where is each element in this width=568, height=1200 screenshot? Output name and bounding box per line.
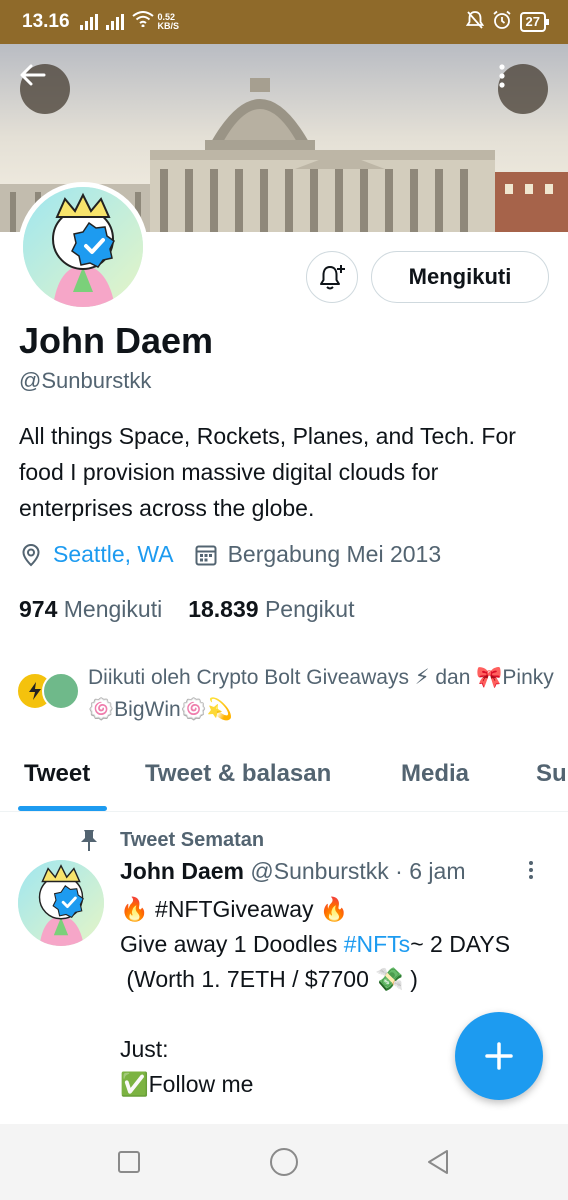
- follower-avatar-2: [42, 672, 80, 710]
- triangle-back-icon: [428, 1150, 448, 1174]
- battery-indicator: 27: [519, 12, 550, 32]
- status-time: 13.16: [22, 11, 70, 32]
- profile-joined-date: Bergabung Mei 2013: [227, 541, 442, 567]
- pinned-label-text: Tweet Sematan: [120, 828, 265, 851]
- status-bar: 13.16 0.52 KB/S 27: [0, 0, 568, 44]
- following-label: Mengikuti: [63, 596, 163, 622]
- profile-tabs: Tweet Tweet & balasan Media Su: [0, 740, 568, 812]
- more-options-button[interactable]: [498, 64, 548, 114]
- tweet-avatar-image: [18, 860, 104, 946]
- avatar-image: [23, 187, 143, 307]
- speed-unit: KB/S: [157, 21, 180, 31]
- tab-tweet-replies[interactable]: Tweet & balasan: [145, 760, 331, 788]
- alarm-icon: [492, 10, 512, 35]
- tweet-author-handle: @Sunburstkk: [250, 858, 389, 884]
- system-back-button[interactable]: [425, 1148, 451, 1181]
- mute-bell-icon: [465, 10, 484, 35]
- profile-handle: @Sunburstkk: [19, 368, 152, 393]
- followed-by-avatars: [16, 672, 80, 712]
- active-tab-indicator: [18, 806, 107, 811]
- pinned-tweet-label: Tweet Sematan: [78, 828, 264, 852]
- signal-icon: [79, 14, 98, 30]
- tweet-author-name[interactable]: John Daem: [120, 858, 244, 884]
- tweet-line-2: Give away 1 Doodles #NFTs~ 2 DAYS: [120, 927, 540, 962]
- pin-icon: [81, 830, 97, 851]
- circle-icon: [270, 1148, 298, 1176]
- profile-location[interactable]: Seattle, WA: [53, 541, 174, 568]
- followers-stat[interactable]: 18.839 Pengikut: [188, 596, 354, 623]
- more-vertical-icon: [529, 861, 533, 879]
- hashtag-link[interactable]: #NFTs: [344, 931, 410, 957]
- signal-icon-2: [105, 14, 124, 30]
- calendar-icon: [195, 545, 217, 565]
- wifi-icon: [131, 11, 154, 33]
- profile-stats: 974 Mengikuti 18.839 Pengikut: [19, 596, 354, 623]
- location-pin-icon: [22, 543, 40, 566]
- tweet-line-3: (Worth 1. 7ETH / $7700 💸 ): [120, 966, 418, 992]
- tweet-line-2-pre: Give away 1 Doodles: [120, 931, 344, 957]
- system-navigation-bar: [0, 1124, 568, 1200]
- tab-tweet[interactable]: Tweet: [24, 760, 90, 788]
- tweet-time: 6 jam: [409, 858, 466, 884]
- profile-bio: All things Space, Rockets, Planes, and T…: [19, 423, 516, 521]
- tweet-line-1: 🔥 #NFTGiveaway 🔥: [120, 896, 349, 922]
- followers-label: Pengikut: [264, 596, 355, 622]
- tweet-author-avatar[interactable]: [18, 860, 104, 946]
- arrow-left-icon: [20, 64, 46, 86]
- back-button[interactable]: [20, 64, 70, 114]
- square-icon: [118, 1151, 140, 1173]
- bell-plus-icon: [320, 265, 345, 290]
- plus-icon: [485, 1042, 513, 1070]
- recent-apps-button[interactable]: [117, 1150, 141, 1179]
- profile-name: John Daem: [19, 320, 214, 361]
- more-vertical-icon: [499, 64, 505, 88]
- compose-tweet-button[interactable]: [455, 1012, 543, 1100]
- tweet-line-2-post: ~ 2 DAYS: [410, 931, 511, 957]
- notifications-button[interactable]: [306, 251, 358, 303]
- followers-count: 18.839: [188, 596, 259, 622]
- tab-likes[interactable]: Su: [536, 760, 567, 788]
- following-button[interactable]: Mengikuti: [371, 251, 549, 303]
- profile-avatar[interactable]: [18, 182, 148, 312]
- tweet-separator: ·: [395, 858, 403, 884]
- following-stat[interactable]: 974 Mengikuti: [19, 596, 162, 623]
- followed-by-text: Diikuti oleh Crypto Bolt Giveaways ⚡ dan…: [88, 666, 554, 721]
- tweet-more-button[interactable]: [528, 860, 534, 886]
- profile-meta: Seattle, WA Bergabung Mei 2013: [19, 541, 441, 568]
- home-button[interactable]: [268, 1146, 300, 1183]
- tab-media[interactable]: Media: [401, 760, 469, 788]
- following-count: 974: [19, 596, 58, 622]
- network-speed: 0.52 KB/S: [158, 13, 180, 31]
- tweet-header: John Daem @Sunburstkk · 6 jam: [120, 858, 465, 885]
